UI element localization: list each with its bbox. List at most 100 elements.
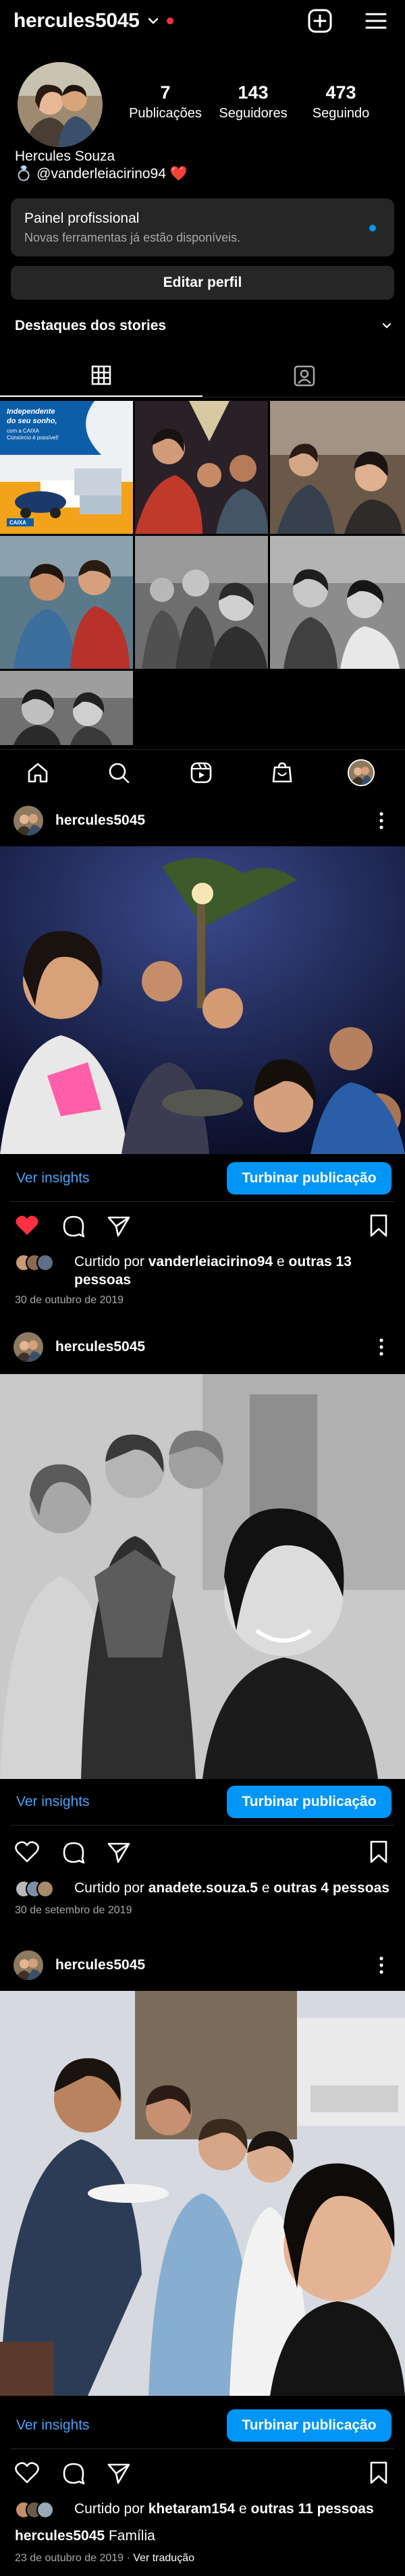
search-icon[interactable] — [107, 761, 131, 785]
bio-mention[interactable]: @vanderleiacirino94 — [36, 166, 166, 182]
grid-photo-1[interactable]: Independente do seu sonho, com a CAIXA C… — [0, 401, 133, 534]
liked-user[interactable]: anadete.souza.5 — [148, 1880, 258, 1896]
ad-line3: com a CAIXA — [7, 428, 40, 434]
post-date: 30 de setembro de 2019 — [15, 1904, 132, 1916]
tagged-icon — [293, 364, 316, 387]
view-insights-link[interactable]: Ver insights — [16, 2417, 90, 2434]
liked-prefix: Curtido por — [74, 1880, 144, 1896]
stat-followers-label: Seguidores — [219, 106, 288, 121]
share-icon[interactable] — [107, 2462, 131, 2485]
grid-photo-7[interactable] — [0, 671, 133, 745]
post-divider — [11, 1825, 394, 1826]
post-photo[interactable] — [0, 1991, 405, 2396]
liked-and: e — [239, 2501, 247, 2517]
stat-followers[interactable]: 143 Seguidores — [209, 82, 297, 121]
post-actions — [0, 2457, 405, 2489]
ring-emoji: 💍 — [15, 166, 33, 182]
story-highlights-toggle[interactable]: Destaques dos stories — [15, 316, 393, 336]
stat-following[interactable]: 473 Seguindo — [297, 82, 385, 121]
comment-icon[interactable] — [62, 1841, 85, 1864]
bookmark-icon[interactable] — [369, 1213, 389, 1238]
stat-posts-label: Publicações — [129, 106, 202, 121]
date-separator: · — [126, 2552, 134, 2564]
more-options-icon[interactable] — [378, 811, 385, 830]
pro-panel-subtitle: Novas ferramentas já estão disponíveis. — [24, 231, 241, 244]
post-photo[interactable] — [0, 846, 405, 1154]
liked-by-text: Curtido por khetaram154 e outras 11 pess… — [74, 2500, 392, 2518]
grid-photo-6[interactable] — [270, 536, 405, 669]
tab-posts[interactable] — [0, 356, 202, 397]
menu-icon[interactable] — [363, 8, 389, 34]
share-icon[interactable] — [107, 1215, 131, 1238]
post-actions — [0, 1209, 405, 1242]
tabs-divider — [0, 397, 405, 398]
header-username: hercules5045 — [14, 9, 140, 32]
home-icon[interactable] — [26, 761, 50, 785]
grid-photo-4[interactable] — [0, 536, 133, 669]
heart-icon[interactable] — [15, 1841, 39, 1863]
post-date-row: 23 de outubro de 2019 · Ver tradução — [15, 2552, 194, 2565]
grid-photo-2[interactable] — [135, 401, 268, 534]
username-switcher[interactable]: hercules5045 — [14, 7, 173, 35]
more-options-icon[interactable] — [378, 1338, 385, 1356]
post-avatar[interactable] — [14, 1332, 43, 1362]
liked-by-text: Curtido por anadete.souza.5 e outras 4 p… — [74, 1879, 392, 1897]
share-icon[interactable] — [107, 1841, 131, 1864]
more-options-icon[interactable] — [378, 1956, 385, 1975]
profile-avatar-large[interactable] — [18, 62, 103, 147]
ad-line1: Independente — [7, 408, 55, 416]
chevron-down-icon — [146, 14, 160, 28]
add-post-icon[interactable] — [307, 8, 333, 34]
post-username[interactable]: hercules5045 — [55, 1339, 145, 1355]
stat-following-label: Seguindo — [312, 106, 370, 121]
view-insights-link[interactable]: Ver insights — [16, 1794, 90, 1810]
liked-prefix: Curtido por — [74, 2501, 144, 2517]
liked-and: e — [261, 1880, 270, 1896]
heart-icon[interactable] — [15, 1215, 39, 1236]
post-caption: hercules5045 Família — [15, 2528, 155, 2544]
post-username[interactable]: hercules5045 — [55, 1957, 145, 1973]
post-header: hercules5045 — [0, 1946, 405, 1984]
heart-icon[interactable] — [15, 2462, 39, 2484]
liked-user[interactable]: vanderleiacirino94 — [148, 1254, 273, 1269]
professional-dashboard[interactable]: Painel profissional Novas ferramentas já… — [11, 198, 394, 256]
boost-post-button[interactable]: Turbinar publicação — [227, 1786, 392, 1818]
liker-avatar — [36, 1254, 54, 1271]
liker-avatar — [36, 1880, 54, 1898]
liked-by-text: Curtido por vanderleiacirino94 e outras … — [74, 1253, 392, 1289]
post-header: hercules5045 — [0, 802, 405, 840]
grid-photo-5[interactable] — [135, 536, 268, 669]
post-avatar[interactable] — [14, 1950, 43, 1980]
stat-posts[interactable]: 7 Publicações — [122, 82, 209, 121]
post-username[interactable]: hercules5045 — [55, 813, 145, 829]
post-date: 23 de outubro de 2019 — [15, 2552, 124, 2564]
bookmark-icon[interactable] — [369, 2461, 389, 2485]
liker-avatars — [15, 1254, 62, 1274]
reels-icon[interactable] — [189, 761, 213, 785]
post-photo[interactable] — [0, 1374, 405, 1779]
grid-icon — [90, 364, 112, 386]
liked-others[interactable]: outras 11 pessoas — [251, 2501, 374, 2517]
liked-others[interactable]: outras 4 pessoas — [273, 1880, 389, 1896]
profile-avatar[interactable] — [348, 759, 375, 786]
post-insights-bar: Ver insights Turbinar publicação — [0, 1779, 405, 1822]
bookmark-icon[interactable] — [369, 1840, 389, 1864]
grid-photo-3[interactable] — [270, 401, 405, 534]
caption-username[interactable]: hercules5045 — [15, 2528, 105, 2544]
comment-icon[interactable] — [62, 2462, 85, 2485]
see-translation-link[interactable]: Ver tradução — [133, 2552, 194, 2564]
view-insights-link[interactable]: Ver insights — [16, 1170, 90, 1186]
pro-panel-title: Painel profissional — [24, 211, 140, 226]
ad-line2: do seu sonho, — [7, 417, 57, 425]
boost-post-button[interactable]: Turbinar publicação — [227, 1162, 392, 1195]
shop-icon[interactable] — [270, 761, 294, 785]
liked-user[interactable]: khetaram154 — [148, 2501, 235, 2517]
post-divider — [11, 1201, 394, 1202]
tab-tagged[interactable] — [202, 356, 405, 397]
boost-post-button[interactable]: Turbinar publicação — [227, 2409, 392, 2442]
post-avatar[interactable] — [14, 806, 43, 835]
liked-and: e — [277, 1254, 285, 1269]
stat-following-value: 473 — [325, 82, 356, 103]
comment-icon[interactable] — [62, 1215, 85, 1238]
edit-profile-button[interactable]: Editar perfil — [11, 266, 394, 300]
